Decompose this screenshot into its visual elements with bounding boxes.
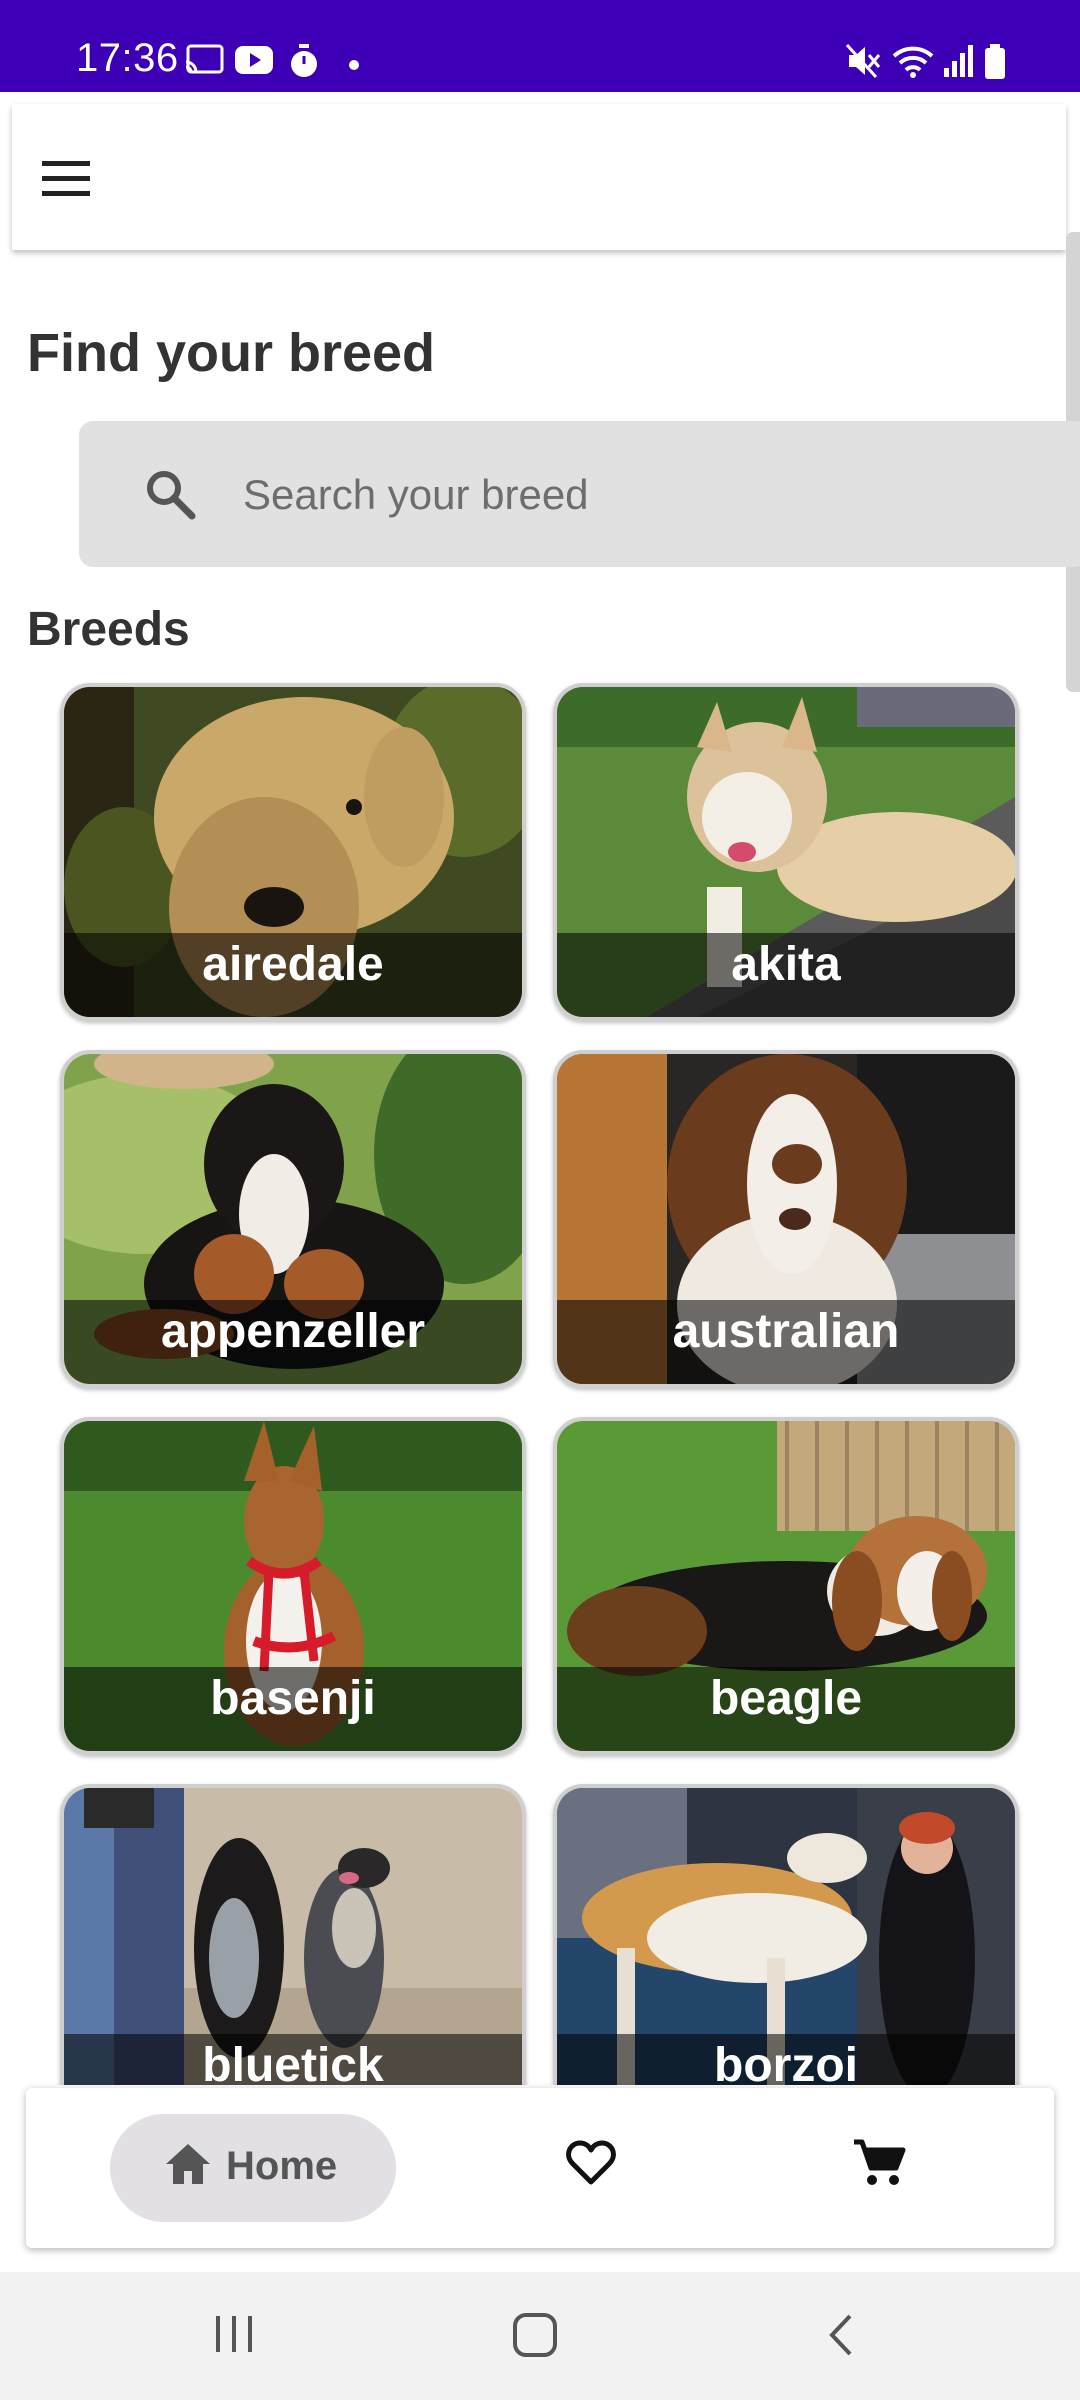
breed-name: akita [731, 938, 841, 991]
breed-name: airedale [202, 938, 384, 991]
nav-home-label: Home [226, 2144, 338, 2188]
breed-grid[interactable]: airedale akita appenzeller australian ba… [0, 680, 1080, 2085]
breed-card-australian[interactable]: australian [553, 1050, 1019, 1388]
home-button-icon[interactable] [512, 2312, 558, 2363]
wifi-icon [892, 44, 934, 83]
heart-outline-icon[interactable] [566, 2140, 616, 2191]
search-icon [143, 467, 197, 526]
nav-home-button[interactable]: Home [110, 2114, 396, 2222]
stopwatch-icon [288, 44, 320, 83]
breed-name: appenzeller [160, 1305, 426, 1358]
breed-card-bluetick[interactable]: bluetick [60, 1784, 526, 2085]
breed-card-akita[interactable]: akita [553, 683, 1019, 1021]
home-icon [164, 2142, 212, 2191]
breed-name: australian [672, 1305, 900, 1358]
cart-icon[interactable] [852, 2138, 906, 2193]
mute-icon [845, 43, 882, 83]
cast-icon [184, 44, 224, 81]
breed-name: basenji [210, 1672, 376, 1725]
back-icon[interactable] [822, 2312, 858, 2363]
breed-card-beagle[interactable]: beagle [553, 1417, 1019, 1755]
hamburger-menu-icon[interactable] [40, 159, 92, 199]
page-title: Find your breed [27, 323, 436, 383]
status-time: 17:36 [76, 36, 179, 80]
breed-card-appenzeller[interactable]: appenzeller [60, 1050, 526, 1388]
breed-name: bluetick [202, 2039, 384, 2085]
app-bar [12, 104, 1066, 250]
youtube-icon [234, 44, 274, 81]
battery-icon [984, 44, 1006, 85]
breed-card-airedale[interactable]: airedale [60, 683, 526, 1021]
breed-card-borzoi[interactable]: borzoi [553, 1784, 1019, 2085]
bottom-navigation: Home [26, 2088, 1054, 2248]
section-title: Breeds [27, 603, 190, 656]
breed-name: borzoi [714, 2039, 858, 2085]
search-bar[interactable] [79, 421, 1080, 567]
breed-name: beagle [709, 1672, 863, 1725]
signal-icon [942, 44, 976, 83]
system-navigation-bar [0, 2272, 1080, 2400]
search-input[interactable] [241, 459, 945, 531]
breed-card-basenji[interactable]: basenji [60, 1417, 526, 1755]
dot-icon [348, 58, 360, 76]
status-bar: 17:36 [0, 0, 1080, 92]
recents-icon[interactable] [212, 2314, 256, 2359]
